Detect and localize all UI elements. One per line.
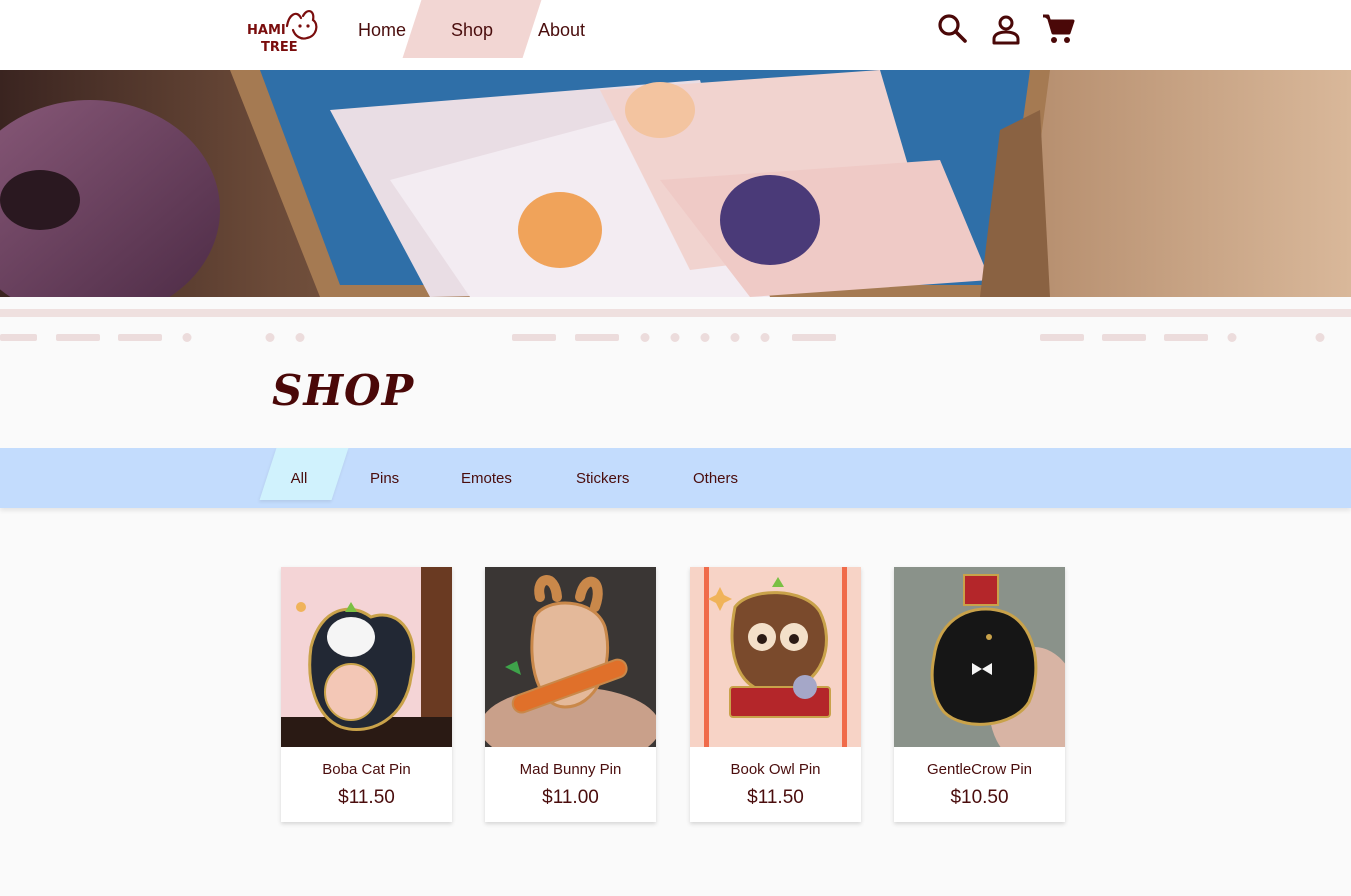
product-image-mad-bunny[interactable] xyxy=(485,567,656,747)
product-price: $11.50 xyxy=(747,787,804,808)
page-title: SHOP xyxy=(272,366,415,415)
nav-about-link[interactable]: About xyxy=(538,0,585,60)
product-image-gentle-crow[interactable] xyxy=(894,567,1065,747)
product-name[interactable]: Boba Cat Pin xyxy=(281,761,452,778)
product-price: $11.00 xyxy=(542,787,599,808)
product-name[interactable]: Book Owl Pin xyxy=(690,761,861,778)
product-name[interactable]: GentleCrow Pin xyxy=(894,761,1065,778)
product-name[interactable]: Mad Bunny Pin xyxy=(485,761,656,778)
brand-logo[interactable]: HAMI TREE xyxy=(245,6,325,56)
nav-shop-link[interactable]: Shop xyxy=(412,0,532,60)
filter-all[interactable]: All xyxy=(268,448,330,508)
decorative-dashes xyxy=(0,333,1325,342)
product-price: $10.50 xyxy=(950,787,1009,808)
product-card[interactable]: GentleCrow Pin $10.50 xyxy=(894,567,1065,822)
hero-banner xyxy=(0,70,1351,297)
product-image-boba-cat[interactable] xyxy=(281,567,452,747)
filter-emotes[interactable]: Emotes xyxy=(461,448,512,508)
decorative-band xyxy=(0,309,1351,317)
product-card[interactable]: Boba Cat Pin $11.50 xyxy=(281,567,452,822)
nav-home-link[interactable]: Home xyxy=(358,0,406,60)
svg-text:TREE: TREE xyxy=(261,40,298,55)
filter-stickers[interactable]: Stickers xyxy=(576,448,629,508)
category-filter-bar: All Pins Emotes Stickers Others xyxy=(0,448,1351,508)
product-card[interactable]: Mad Bunny Pin $11.00 xyxy=(485,567,656,822)
filter-pins[interactable]: Pins xyxy=(370,448,399,508)
top-navigation: HAMI TREE Home Shop About xyxy=(0,0,1351,70)
product-image-book-owl[interactable] xyxy=(690,567,861,747)
user-icon[interactable] xyxy=(989,12,1023,46)
search-icon[interactable] xyxy=(936,12,970,46)
svg-text:HAMI: HAMI xyxy=(247,23,286,38)
product-card[interactable]: Book Owl Pin $11.50 xyxy=(690,567,861,822)
filter-others[interactable]: Others xyxy=(693,448,738,508)
cart-icon[interactable] xyxy=(1041,12,1075,46)
product-price: $11.50 xyxy=(338,787,395,808)
